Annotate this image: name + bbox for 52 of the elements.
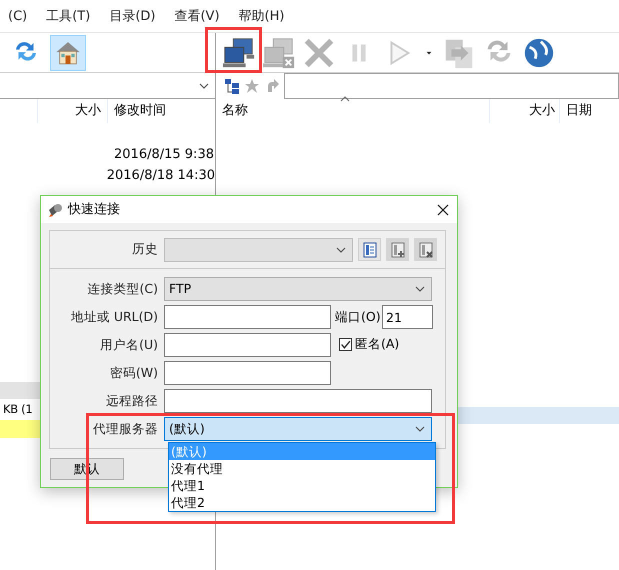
field-label: 历史 xyxy=(131,240,159,258)
field-label: 用户名(U) xyxy=(99,336,159,354)
toolbar-button[interactable] xyxy=(386,238,409,261)
list-cross-icon xyxy=(418,242,434,258)
field-label: 代理服务器 xyxy=(92,420,159,438)
list-plus-icon xyxy=(390,242,406,258)
menu-item[interactable]: 目录(D) xyxy=(109,6,156,26)
field-label: 连接类型(C) xyxy=(86,280,159,298)
status-text: KB (1 xyxy=(3,400,32,418)
column-header[interactable]: 大小 xyxy=(490,99,560,123)
input-field[interactable] xyxy=(164,333,331,357)
menu-item[interactable]: (C) xyxy=(8,6,28,26)
star-icon[interactable] xyxy=(244,78,260,94)
field-label: 地址或 URL(D) xyxy=(70,308,159,326)
column-header[interactable]: 修改时间 xyxy=(108,99,215,123)
column-header[interactable]: 日期 xyxy=(560,99,619,123)
table-cell-text: 2016/8/18 14:30 xyxy=(106,166,215,185)
sort-caret-icon xyxy=(340,96,350,102)
chevron-icon[interactable] xyxy=(415,426,425,432)
menu-item[interactable]: 查看(V) xyxy=(174,6,220,26)
column-header[interactable]: 名称 xyxy=(216,99,490,123)
chevron-icon[interactable] xyxy=(336,246,346,252)
port-field[interactable]: 21 xyxy=(382,305,433,329)
menu-item[interactable]: 帮助(H) xyxy=(238,6,284,26)
input-field[interactable] xyxy=(164,361,331,385)
close-icon[interactable] xyxy=(437,204,449,216)
list-icon xyxy=(362,242,378,258)
computers-icon[interactable] xyxy=(222,36,256,70)
chevron-icon[interactable] xyxy=(415,286,425,292)
field-label: 端口(O) xyxy=(335,308,382,326)
checkbox-label[interactable]: 匿名(A) xyxy=(355,335,400,354)
dropdown-option[interactable]: 没有代理 xyxy=(169,460,435,477)
highlight-frame xyxy=(205,27,262,73)
input-field[interactable] xyxy=(164,389,432,413)
field-label: 远程路径 xyxy=(105,392,159,410)
input-field[interactable] xyxy=(164,305,331,329)
field-label: 密码(W) xyxy=(108,364,159,382)
dropdown-option[interactable]: 代理2 xyxy=(169,494,435,511)
tree-icon[interactable] xyxy=(224,78,240,94)
toolbar-button[interactable] xyxy=(414,238,437,261)
dialog-title: 快速连接 xyxy=(68,200,121,219)
dropdown-field[interactable]: (默认) xyxy=(164,417,432,441)
dropdown-field[interactable]: FTP xyxy=(164,277,432,301)
checkbox[interactable] xyxy=(339,338,352,351)
menu-item[interactable]: 工具(T) xyxy=(46,6,90,26)
table-cell-text: 2016/8/15 9:38 xyxy=(113,146,214,164)
path-field[interactable] xyxy=(284,73,619,99)
default-button[interactable]: 默认 xyxy=(50,458,124,480)
toolbar-button[interactable] xyxy=(358,238,381,261)
dropdown-option[interactable]: 代理1 xyxy=(169,477,435,494)
chevron-icon[interactable] xyxy=(199,82,209,88)
column-header[interactable]: 大小 xyxy=(38,99,108,123)
